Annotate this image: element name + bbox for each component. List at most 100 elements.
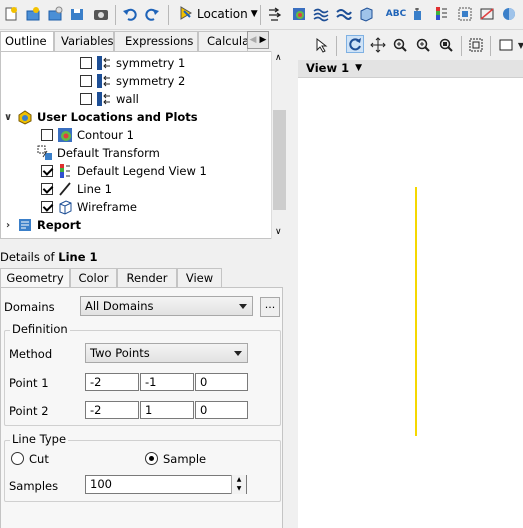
location-dropdown[interactable]: Location ▼: [178, 4, 258, 24]
domains-browse-button[interactable]: ...: [260, 297, 280, 317]
chevron-left-icon[interactable]: ◀: [248, 32, 258, 48]
chevron-down-icon[interactable]: ▼: [232, 484, 246, 493]
new-file-icon[interactable]: [2, 5, 20, 23]
line-1-render: [415, 187, 417, 436]
visibility-checkbox[interactable]: [41, 165, 53, 177]
pan-icon[interactable]: [369, 36, 387, 54]
undo-icon[interactable]: [121, 5, 139, 23]
text-icon[interactable]: ABC: [386, 5, 406, 23]
tab-expressions[interactable]: Expressions: [114, 31, 198, 51]
chevron-up-icon[interactable]: ∧: [275, 53, 282, 63]
chevron-up-icon[interactable]: ▲: [232, 475, 246, 484]
visibility-checkbox[interactable]: [80, 93, 92, 105]
color-map-icon[interactable]: [500, 5, 518, 23]
tree-item-line-1[interactable]: Line 1: [41, 180, 112, 198]
method-select[interactable]: Two Points: [85, 343, 248, 363]
vector-icon[interactable]: [266, 5, 284, 23]
tree-item-symmetry-2[interactable]: symmetry 2: [80, 72, 185, 90]
point2-z-input[interactable]: 0: [195, 401, 248, 419]
point2-y-input[interactable]: 1: [140, 401, 194, 419]
zoom-box-icon[interactable]: [414, 36, 432, 54]
visibility-checkbox[interactable]: [80, 75, 92, 87]
tree-item-label: symmetry 1: [116, 56, 186, 70]
tree-item-wireframe[interactable]: Wireframe: [41, 198, 137, 216]
toolbar-separator: [336, 36, 337, 56]
3d-viewport[interactable]: [298, 78, 523, 528]
chevron-down-icon[interactable]: ∨: [3, 112, 13, 123]
line-type-label: Line Type: [10, 432, 69, 446]
snapshot-icon[interactable]: [92, 5, 110, 23]
open-icon[interactable]: [24, 5, 42, 23]
tab-view[interactable]: View: [177, 268, 222, 288]
tab-calculators[interactable]: Calcula: [198, 31, 248, 51]
tree-item-default-legend-view-1[interactable]: Default Legend View 1: [41, 162, 207, 180]
tab-variables[interactable]: Variables: [54, 31, 114, 51]
tree-item-label: Report: [37, 218, 81, 232]
line-icon: [57, 181, 73, 197]
tree-item-default-transform[interactable]: Default Transform: [37, 144, 160, 162]
open-folder-icon[interactable]: [46, 5, 64, 23]
tree-scrollbar-thumb[interactable]: [273, 110, 286, 210]
domains-select[interactable]: All Domains: [80, 296, 253, 316]
main-toolbar: Location ▼ ABC: [0, 0, 523, 30]
sample-radio[interactable]: [145, 452, 158, 465]
tree-group-user-locations[interactable]: ∨ User Locations and Plots: [3, 108, 198, 126]
view-selector[interactable]: View 1 ▼: [306, 61, 362, 75]
cut-label: Cut: [29, 452, 49, 466]
chevron-right-icon[interactable]: ›: [3, 220, 13, 231]
panel-splitter[interactable]: [289, 31, 298, 528]
toolbar-separator: [260, 5, 261, 25]
rotate-icon[interactable]: [346, 35, 364, 53]
clip-plane-icon[interactable]: [478, 5, 496, 23]
tree-item-wall[interactable]: wall: [80, 90, 139, 108]
point1-y-input[interactable]: -1: [140, 373, 194, 391]
visibility-checkbox[interactable]: [80, 57, 92, 69]
legend-icon[interactable]: [410, 5, 428, 23]
chevron-right-icon[interactable]: ▶: [258, 32, 268, 48]
samples-spinner[interactable]: ▲ ▼: [231, 475, 246, 494]
tree-item-label: Contour 1: [77, 128, 134, 142]
tree-item-contour-1[interactable]: Contour 1: [41, 126, 134, 144]
transform-icon: [37, 145, 53, 161]
tree-item-symmetry-1[interactable]: symmetry 1: [80, 54, 185, 72]
tab-render[interactable]: Render: [117, 268, 177, 288]
toolbar-separator: [168, 5, 169, 25]
volume-icon[interactable]: [357, 5, 375, 23]
toolbar-separator: [115, 5, 116, 25]
visibility-checkbox[interactable]: [41, 183, 53, 195]
select-icon[interactable]: [312, 36, 330, 54]
toolbar-separator: [490, 36, 491, 56]
tab-outline[interactable]: Outline: [0, 31, 54, 51]
redo-icon[interactable]: [143, 5, 161, 23]
tab-geometry[interactable]: Geometry: [0, 268, 70, 288]
chevron-down-icon[interactable]: ∨: [275, 227, 282, 237]
toolbar-separator: [461, 36, 462, 56]
chevron-down-icon: [234, 351, 242, 356]
fit-view-icon[interactable]: [437, 36, 455, 54]
boundary-icon: [96, 91, 112, 107]
point1-z-input[interactable]: 0: [195, 373, 248, 391]
tree-item-label: User Locations and Plots: [37, 110, 198, 124]
visibility-checkbox[interactable]: [41, 201, 53, 213]
point1-x-input[interactable]: -2: [85, 373, 139, 391]
contour-icon[interactable]: [290, 5, 308, 23]
viewer-toolbar: ▼: [298, 31, 523, 59]
color-legend-icon[interactable]: [433, 5, 451, 23]
zoom-icon[interactable]: [391, 36, 409, 54]
report-icon: [17, 217, 33, 233]
tab-color[interactable]: Color: [70, 268, 117, 288]
streamline-icon[interactable]: [312, 5, 330, 23]
samples-input[interactable]: 100: [85, 475, 247, 494]
cut-radio[interactable]: [11, 452, 24, 465]
viewport-layout-icon[interactable]: [467, 36, 485, 54]
chevron-down-icon[interactable]: ▼: [512, 36, 523, 54]
chevron-down-icon: ▼: [250, 9, 258, 19]
save-icon[interactable]: [68, 5, 86, 23]
location-icon: [178, 5, 194, 24]
particle-track-icon[interactable]: [335, 5, 353, 23]
visibility-checkbox[interactable]: [41, 129, 53, 141]
tree-group-report[interactable]: › Report: [3, 216, 81, 234]
instance-icon[interactable]: [456, 5, 474, 23]
point2-x-input[interactable]: -2: [85, 401, 139, 419]
definition-label: Definition: [10, 322, 70, 336]
